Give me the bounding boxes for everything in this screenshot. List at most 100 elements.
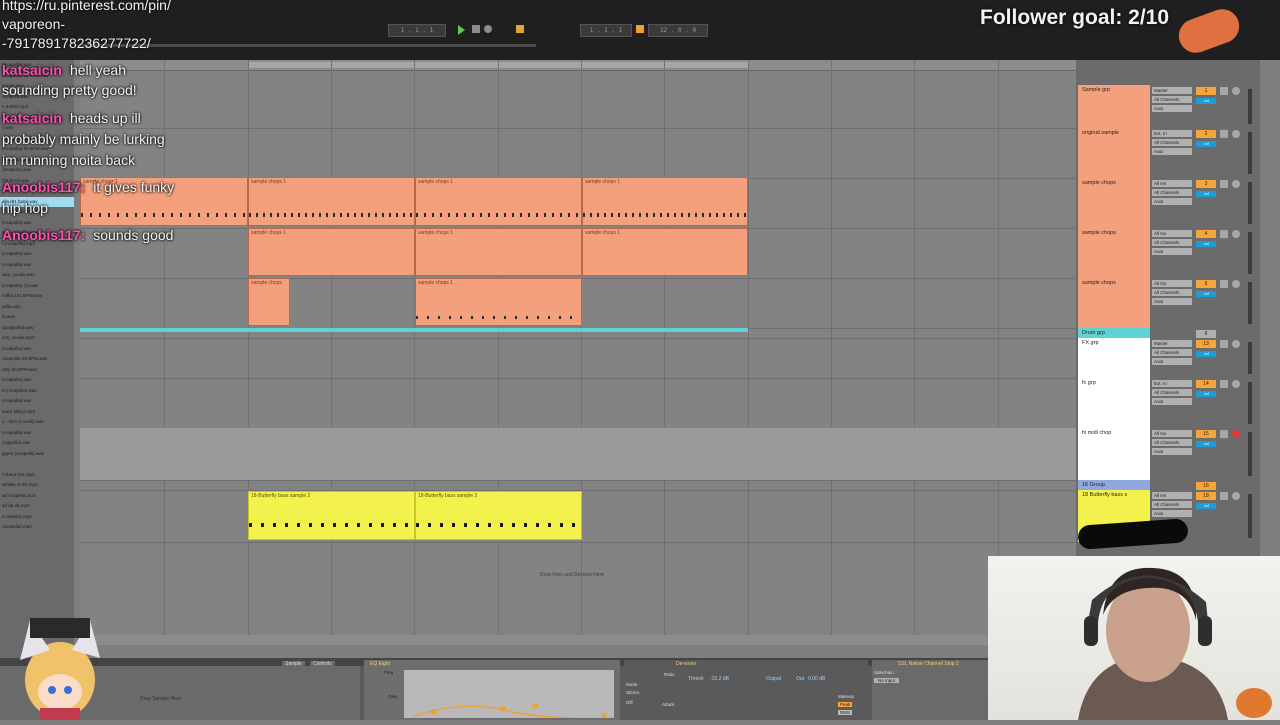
io-section[interactable]: All Ins All Channels Auto [1152, 430, 1192, 457]
track-lane[interactable] [80, 85, 1076, 129]
solo-button[interactable] [1220, 380, 1228, 388]
track-name[interactable]: fx grp [1082, 380, 1096, 386]
browser-item[interactable]: aisu_vocals.wav [0, 270, 74, 281]
arm-button[interactable] [1232, 492, 1240, 500]
solo-button[interactable] [1220, 492, 1228, 500]
monitor-auto-button[interactable]: Auto [1152, 358, 1192, 365]
volume-field[interactable]: -inf [1196, 98, 1216, 104]
monitor-auto-button[interactable]: Auto [1152, 298, 1192, 305]
input-type-select[interactable]: All Ins [1152, 492, 1192, 499]
monitor-auto-button[interactable]: Auto [1152, 198, 1192, 205]
track-header[interactable]: original sample [1078, 128, 1150, 178]
input-type-select[interactable]: All Ins [1152, 230, 1192, 237]
browser-item[interactable]: t About Dre.mp3 [0, 470, 74, 481]
clip[interactable]: sample chops 1 [248, 228, 415, 276]
position-display[interactable]: 1 . 1 . 1 [580, 24, 632, 37]
sample-tab[interactable]: Sample [282, 661, 305, 667]
track-name[interactable]: sample chops [1082, 230, 1116, 236]
track-activator[interactable]: 1 [1196, 87, 1216, 95]
automation-arm-icon[interactable] [516, 25, 524, 33]
track-activator[interactable]: 4 [1196, 230, 1216, 238]
clip[interactable]: sample chops 1 [582, 177, 748, 226]
arm-button[interactable] [1232, 380, 1240, 388]
monitor-auto-button[interactable]: Auto [1152, 148, 1192, 155]
input-type-select[interactable]: Master [1152, 87, 1192, 94]
track-header[interactable]: Drum grp [1078, 328, 1150, 338]
arm-button[interactable] [1232, 180, 1240, 188]
input-type-select[interactable]: All Ins [1152, 180, 1192, 187]
track-header[interactable]: Sample grp [1078, 85, 1150, 128]
browser-item[interactable]: ad Acapella.mp3 [0, 491, 74, 502]
clip[interactable]: sample chops 1 [415, 278, 582, 326]
browser-item[interactable]: ella) 80 BPM.wav [0, 365, 74, 376]
browser-item[interactable]: pella.wav [0, 302, 74, 313]
volume-field[interactable]: -inf [1196, 141, 1216, 147]
browser-item[interactable]: (Acapella).wav [0, 249, 74, 260]
track-header[interactable]: sample chops [1078, 178, 1150, 228]
io-section[interactable]: All Ins All Channels Auto [1152, 492, 1192, 519]
tempo-display[interactable]: 1 . 1 . 1 [388, 24, 446, 37]
arm-button[interactable] [1232, 87, 1240, 95]
track-activator[interactable]: 16 [1196, 482, 1216, 490]
track-activator[interactable]: 14 [1196, 380, 1216, 388]
monitor-auto-button[interactable]: Auto [1152, 248, 1192, 255]
track-lane[interactable] [80, 128, 1076, 179]
loop-length-display[interactable]: 12 . 0 . 0 [648, 24, 708, 37]
thresh-value[interactable]: -15.2 dB [710, 676, 729, 682]
eq-display[interactable] [404, 670, 614, 718]
browser-item[interactable]: s).wav [0, 312, 74, 323]
track-activator[interactable]: 5 [1196, 280, 1216, 288]
browser-item[interactable]: ature (dirty).mp3 [0, 407, 74, 418]
clip[interactable]: sample chops 1 [582, 228, 748, 276]
track-name[interactable]: 18 Butterfly bass s [1082, 492, 1127, 498]
track-name[interactable]: sample chops [1082, 280, 1116, 286]
input-channel-select[interactable]: All Channels [1152, 439, 1192, 446]
solo-button[interactable] [1220, 430, 1228, 438]
track-name[interactable]: fx midi chop [1082, 430, 1111, 436]
stereo-label[interactable]: Stereo [626, 690, 639, 695]
arm-button[interactable] [1232, 280, 1240, 288]
time-ruler[interactable] [80, 635, 1076, 645]
controls-tab[interactable]: Controls [310, 661, 335, 667]
monitor-auto-button[interactable]: Auto [1152, 448, 1192, 455]
track-header[interactable]: fx grp [1078, 378, 1150, 428]
input-channel-select[interactable]: All Channels [1152, 501, 1192, 508]
input-type-select[interactable]: Ext. In [1152, 130, 1192, 137]
solo-button[interactable] [1220, 180, 1228, 188]
browser-item[interactable]: (Acapella).wav [0, 375, 74, 386]
browser-item[interactable]: whistle & rbs.mp3 [0, 480, 74, 491]
browser-item[interactable]: nella) 101 BPM.wav [0, 291, 74, 302]
input-channel-select[interactable]: All Channels [1152, 139, 1192, 146]
solo-button[interactable] [1220, 130, 1228, 138]
record-icon[interactable] [484, 25, 492, 33]
track-activator[interactable]: 2 [1196, 130, 1216, 138]
clip[interactable]: sample chops 1 [415, 228, 582, 276]
solo-button[interactable] [1220, 87, 1228, 95]
monitor-auto-button[interactable]: Auto [1152, 398, 1192, 405]
browser-item[interactable]: (Acapella).wav [0, 428, 74, 439]
browser-item[interactable]: (Acapella).wav [0, 396, 74, 407]
drum-group-bar[interactable] [80, 328, 748, 332]
volume-field[interactable]: -inf [1196, 241, 1216, 247]
browser-item[interactable]: (Acapella) (1).wav [0, 281, 74, 292]
io-section[interactable]: Ext. In All Channels Auto [1152, 130, 1192, 157]
monitor-auto-button[interactable]: Auto [1152, 510, 1192, 517]
volume-field[interactable]: -inf [1196, 441, 1216, 447]
input-type-select[interactable]: Ext. In [1152, 380, 1192, 387]
track-name[interactable]: Drum grp [1082, 330, 1105, 336]
track-header[interactable]: FX grp [1078, 338, 1150, 378]
track-activator[interactable]: 13 [1196, 340, 1216, 348]
arm-button[interactable] [1232, 130, 1240, 138]
browser-item[interactable]: 1 - Intro (vocals).wav [0, 417, 74, 428]
track-lane[interactable] [80, 378, 1076, 429]
solo-button[interactable] [1220, 230, 1228, 238]
volume-field[interactable]: -inf [1196, 291, 1216, 297]
input-channel-select[interactable]: All Channels [1152, 189, 1192, 196]
loop-icon[interactable] [636, 25, 644, 33]
track-activator[interactable]: 15 [1196, 430, 1216, 438]
clip[interactable]: 18-Butterfly bass sample 2 [415, 491, 582, 540]
volume-field[interactable]: -inf [1196, 503, 1216, 509]
browser-item[interactable]: ad da da.mp3 [0, 501, 74, 512]
peak-button[interactable]: Peak [838, 702, 853, 707]
browser-item[interactable]: ami_vocals.mp3 [0, 333, 74, 344]
